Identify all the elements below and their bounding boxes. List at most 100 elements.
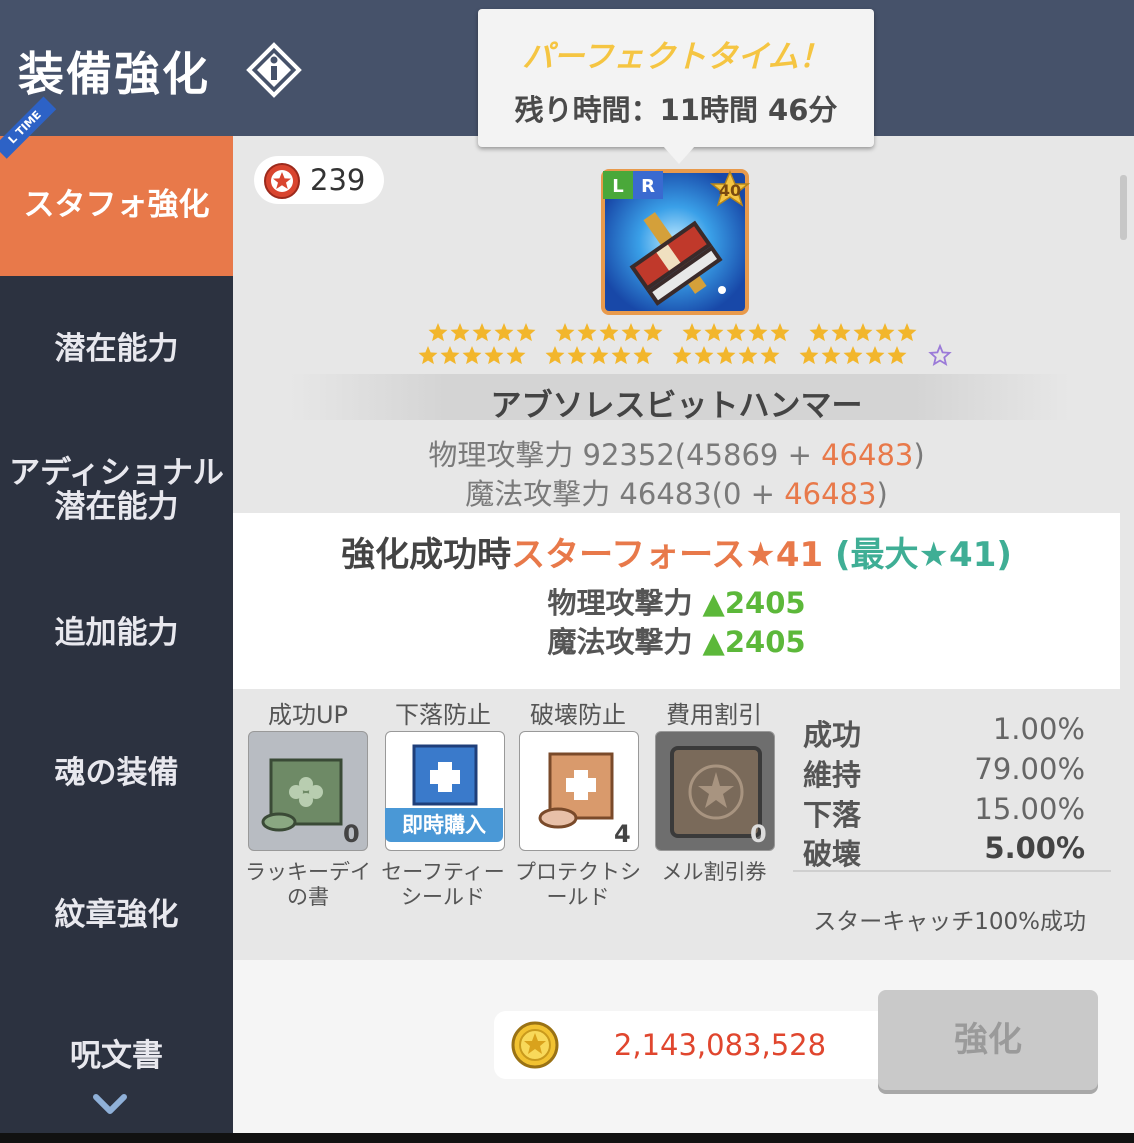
protect-shield-name: プロテクトシールド xyxy=(515,860,641,909)
enhance-button[interactable]: 強化 xyxy=(878,990,1098,1090)
physical-attack-gain: 物理攻撃力 ▲2405 xyxy=(233,580,1120,622)
safety-shield-name: セーフティーシールド xyxy=(381,860,505,909)
sidebar-item-label: 潜在能力 xyxy=(54,331,179,367)
star-mark xyxy=(821,346,841,365)
sidebar-item-potential[interactable]: 潜在能力 xyxy=(0,332,233,366)
sidebar-item-additional-potential[interactable]: アディショナル潜在能力 xyxy=(0,456,233,524)
magic-attack-bonus: 46483 xyxy=(784,477,877,511)
star-mark xyxy=(694,346,714,365)
star-mark xyxy=(704,323,724,342)
star-mark xyxy=(748,323,768,342)
sidebar-item-label: 呪文書 xyxy=(70,1038,163,1074)
star-mark xyxy=(643,323,663,342)
coupon-name: メル割引券 xyxy=(661,860,767,884)
rate-label-destroy: 破壊 xyxy=(803,837,862,871)
hammer-item-icon[interactable]: L R 40 xyxy=(600,168,750,316)
gain-label: 魔法攻撃力 xyxy=(547,625,703,659)
protect-shield-count: 4 xyxy=(614,820,631,848)
star-coin-icon xyxy=(264,163,300,199)
star-force-stars xyxy=(418,323,952,366)
star-mark xyxy=(611,346,631,365)
option-header-success-up: 成功UP xyxy=(267,701,349,729)
gain-label: 物理攻撃力 xyxy=(547,586,703,620)
tooltip-arrow xyxy=(663,146,695,164)
gain-value: ▲2405 xyxy=(702,625,806,659)
star-mark xyxy=(621,323,641,342)
badge-r: R xyxy=(641,176,655,197)
star-mark xyxy=(770,323,790,342)
star-mark xyxy=(567,346,587,365)
result-prefix: 強化成功時 xyxy=(341,535,512,575)
sidebar-item-soul-weapon[interactable]: 魂の装備 xyxy=(0,756,233,790)
item-level: 40 xyxy=(719,181,741,200)
star-currency-value: 239 xyxy=(310,163,366,197)
star-mark xyxy=(428,323,448,342)
star-mark xyxy=(494,323,514,342)
star-mark xyxy=(875,323,895,342)
gain-value: ▲2405 xyxy=(702,586,806,620)
rate-value-destroy: 5.00% xyxy=(984,831,1085,865)
star-mark xyxy=(809,323,829,342)
star-mark xyxy=(682,323,702,342)
star-mark xyxy=(484,346,504,365)
star-mark xyxy=(760,346,780,365)
star-mark xyxy=(545,346,565,365)
star-mark xyxy=(726,323,746,342)
star-mark xyxy=(589,346,609,365)
option-header-destroy-prevent: 破壊防止 xyxy=(530,701,626,729)
scrollbar[interactable] xyxy=(1120,175,1127,240)
lucky-day-count: 0 xyxy=(343,820,360,848)
sidebar-item-label: 魂の装備 xyxy=(54,755,179,791)
sidebar-item-label: スタフォ強化 xyxy=(23,187,210,223)
chevron-down-icon[interactable] xyxy=(92,1091,128,1119)
item-name: アブソレスビットハンマー xyxy=(490,388,863,424)
star-mark xyxy=(450,323,470,342)
star-catch-note: スターキャッチ100%成功 xyxy=(813,909,1086,935)
sidebar-item-label: 紋章強化 xyxy=(54,897,179,933)
sidebar-item-scroll[interactable]: 呪文書 xyxy=(0,1039,233,1073)
star-mark xyxy=(843,346,863,365)
star-mark xyxy=(738,346,758,365)
star-mark xyxy=(555,323,575,342)
star-mark xyxy=(516,323,536,342)
star-mark xyxy=(440,346,460,365)
star-mark xyxy=(577,323,597,342)
rate-label-downgrade: 下落 xyxy=(803,798,862,832)
option-header-downgrade-prevent: 下落防止 xyxy=(395,701,491,729)
magic-attack-stat: 魔法攻撃力 46483(0 + 46483) xyxy=(233,471,1120,513)
sidebar-item-bonus-stats[interactable]: 追加能力 xyxy=(0,616,233,650)
lucky-day-name: ラッキーデイの書 xyxy=(245,860,371,909)
star-mark xyxy=(506,346,526,365)
coupon-count: 0 xyxy=(750,820,767,848)
instant-buy-badge[interactable]: 即時購入 xyxy=(385,808,503,842)
meso-coin-icon xyxy=(511,1021,559,1069)
tooltip-time: 残り時間：11時間 46分 xyxy=(514,93,838,127)
star-mark xyxy=(928,343,952,366)
rate-label-maintain: 維持 xyxy=(803,758,862,792)
close-paren: ) xyxy=(913,438,925,472)
star-mark xyxy=(799,346,819,365)
result-starforce: スターフォース★41 xyxy=(511,535,824,575)
star-mark xyxy=(853,323,873,342)
magic-attack-label: 魔法攻撃力 46483(0 + xyxy=(465,477,785,511)
rate-value-downgrade: 15.00% xyxy=(974,792,1085,826)
success-result-title: 強化成功時スターフォース★41 (最大★41) xyxy=(233,527,1120,576)
page-title: 装備強化 xyxy=(18,47,210,101)
star-mark xyxy=(716,346,736,365)
magic-attack-gain: 魔法攻撃力 ▲2405 xyxy=(233,619,1120,661)
perfect-time-tooltip: パーフェクトタイム！ 残り時間：11時間 46分 xyxy=(478,9,874,147)
star-mark xyxy=(418,346,438,365)
sidebar-item-starforce[interactable]: スタフォ強化 xyxy=(0,136,233,276)
info-icon[interactable] xyxy=(246,42,302,98)
sidebar-item-label: アディショナル潜在能力 xyxy=(9,455,224,525)
rate-label-success: 成功 xyxy=(803,718,862,752)
option-header-cost-discount: 費用割引 xyxy=(666,701,762,729)
star-mark xyxy=(472,323,492,342)
sidebar-item-label: 追加能力 xyxy=(54,615,179,651)
badge-l: L xyxy=(612,176,623,197)
bottom-edge xyxy=(0,1133,1134,1143)
physical-attack-stat: 物理攻撃力 92352(45869 + 46483) xyxy=(233,432,1120,474)
sidebar: スタフォ強化 L TIME 潜在能力 アディショナル潜在能力 追加能力 魂の装備… xyxy=(0,96,233,1136)
rate-value-success: 1.00% xyxy=(992,712,1085,746)
sidebar-item-emblem[interactable]: 紋章強化 xyxy=(0,898,233,932)
